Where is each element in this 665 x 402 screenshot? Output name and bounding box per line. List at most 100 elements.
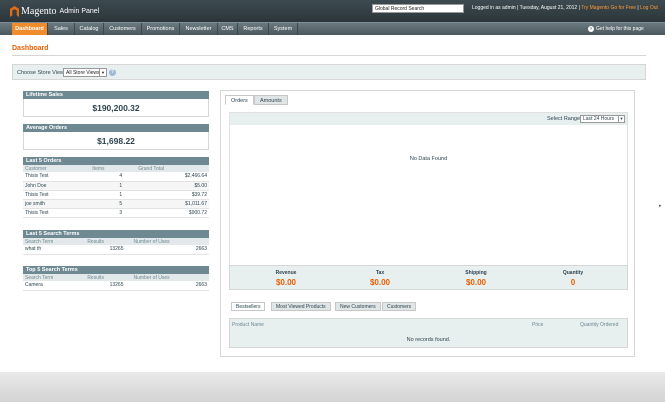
order-total: $900.72	[136, 208, 209, 218]
table-row[interactable]: Thisis Test 1 $39.72	[23, 190, 209, 200]
dashboard-main-panel: Orders Amounts Select Range: Last 24 Hou…	[220, 90, 635, 357]
logo-subtitle: Admin Panel	[59, 8, 100, 15]
nav-reports[interactable]: Reports	[238, 23, 269, 35]
order-total: $39.72	[136, 190, 209, 200]
store-view-select[interactable]: All Store Views ▼	[63, 68, 107, 77]
logout-link[interactable]: Log Out	[640, 5, 658, 11]
title-divider	[12, 55, 646, 56]
last-orders-table: Customer Items Grand Total Thisis Test 4…	[23, 165, 209, 218]
total-value: $0.00	[369, 278, 391, 287]
lifetime-sales-value: $190,200.32	[23, 99, 209, 117]
table-row[interactable]: what th 13265 2663	[23, 245, 209, 255]
main-nav: Dashboard Sales Catalog Customers Promot…	[0, 22, 665, 35]
tab-customers[interactable]: Customers	[382, 302, 417, 311]
try-magento-link[interactable]: Try Magento Go for Free	[581, 5, 636, 11]
last-search-terms-title: Last 5 Search Terms	[23, 230, 209, 238]
order-items: 4	[90, 172, 137, 182]
store-switcher-bar: Choose Store View: All Store Views ▼ ?	[12, 64, 646, 80]
global-search-input[interactable]: Global Record Search	[372, 4, 464, 13]
help-link[interactable]: ? Get help for this page	[588, 26, 644, 32]
total-label: Revenue	[275, 270, 297, 276]
table-row[interactable]: Thisis Test 4 $2,466.64	[23, 172, 209, 182]
total-label: Quantity	[562, 270, 584, 276]
nav-cms[interactable]: CMS	[218, 23, 238, 35]
nav-newsletter[interactable]: Newsletter	[180, 23, 218, 35]
column-header-search-term[interactable]: Search Term	[23, 274, 86, 281]
order-items: 3	[90, 208, 137, 218]
info-icon[interactable]: ?	[109, 69, 116, 76]
order-customer: John Doe	[23, 181, 91, 191]
order-customer: Thisis Test	[23, 208, 91, 218]
magento-logo-icon	[10, 6, 19, 17]
top-search-terms-table: Search Term Results Number of Uses Camer…	[23, 274, 209, 291]
logged-in-text: Logged in as admin	[472, 5, 516, 11]
tab-orders[interactable]: Orders	[225, 95, 254, 105]
header-links: Logged in as admin | Tuesday, August 21,…	[472, 5, 658, 11]
table-row[interactable]: John Doe 1 $5.00	[23, 181, 209, 191]
table-row[interactable]: Thisis Test 3 $900.72	[23, 208, 209, 218]
total-value: $0.00	[465, 278, 487, 287]
nav-promotions[interactable]: Promotions	[142, 23, 180, 35]
store-switcher-label: Choose Store View:	[17, 70, 66, 76]
last-search-terms-box: Last 5 Search Terms Search Term Results …	[23, 230, 209, 255]
tab-amounts[interactable]: Amounts	[254, 95, 288, 105]
help-text: Get help for this page	[596, 26, 644, 32]
table-row[interactable]: Camera 13265 2663	[23, 281, 209, 291]
tab-bestsellers[interactable]: Bestsellers	[231, 302, 266, 311]
chart-area: Select Range: Last 24 Hours ▼ No Data Fo…	[229, 112, 628, 272]
store-view-value: All Store Views	[66, 70, 100, 76]
column-header-items[interactable]: Items	[90, 165, 137, 172]
column-header-customer[interactable]: Customer	[23, 165, 91, 172]
nav-catalog[interactable]: Catalog	[75, 23, 104, 35]
total-value: $0.00	[275, 278, 297, 287]
totals-bar: Revenue $0.00 Tax $0.00 Shipping $0.00 Q…	[229, 265, 628, 290]
help-icon: ?	[588, 26, 594, 32]
no-records-message: No records found.	[406, 337, 451, 343]
range-select[interactable]: Last 24 Hours ▼	[580, 115, 625, 123]
order-total: $1,011.67	[136, 199, 209, 209]
order-customer: joe smith	[23, 199, 91, 209]
magento-logo[interactable]: Magento Admin Panel	[10, 5, 99, 18]
order-items: 5	[90, 199, 137, 209]
tab-new-customers[interactable]: New Customers	[335, 302, 381, 311]
top-search-terms-box: Top 5 Search Terms Search Term Results N…	[23, 266, 209, 291]
average-orders-title: Average Orders	[23, 124, 209, 132]
nav-customers[interactable]: Customers	[104, 23, 142, 35]
nav-system[interactable]: System	[269, 23, 298, 35]
header-date: Tuesday, August 21, 2012	[519, 5, 578, 11]
admin-header: Magento Admin Panel Global Record Search…	[0, 0, 665, 22]
column-header-product-name[interactable]: Product Name	[232, 322, 264, 328]
column-header-price[interactable]: Price	[532, 322, 543, 328]
column-header-quantity-ordered[interactable]: Quantity Ordered	[580, 322, 618, 328]
table-row[interactable]: joe smith 5 $1,011.67	[23, 199, 209, 209]
column-header-number-of-uses[interactable]: Number of Uses	[131, 274, 209, 281]
bestsellers-grid: Product Name Price Quantity Ordered No r…	[229, 318, 628, 348]
chart-toolbar: Select Range: Last 24 Hours ▼	[230, 113, 627, 125]
nav-sales[interactable]: Sales	[48, 23, 75, 35]
column-header-search-term[interactable]: Search Term	[23, 238, 86, 245]
column-header-grand-total[interactable]: Grand Total	[136, 165, 209, 172]
logo-text: Magento	[21, 6, 57, 17]
nav-dashboard[interactable]: Dashboard	[12, 23, 48, 35]
lifetime-sales-title: Lifetime Sales	[23, 91, 209, 99]
column-header-results[interactable]: Results	[85, 238, 132, 245]
footer	[0, 372, 665, 402]
column-header-number-of-uses[interactable]: Number of Uses	[131, 238, 209, 245]
last-orders-title: Last 5 Orders	[23, 157, 209, 165]
top-search-terms-title: Top 5 Search Terms	[23, 266, 209, 274]
search-results: 13265	[85, 245, 132, 255]
tab-most-viewed-products[interactable]: Most Viewed Products	[271, 302, 331, 311]
scroll-arrow-icon[interactable]: ▸	[659, 203, 664, 211]
order-items: 1	[90, 181, 137, 191]
search-term: Camera	[23, 281, 86, 291]
column-header-results[interactable]: Results	[85, 274, 132, 281]
page-title: Dashboard	[12, 45, 49, 52]
total-shipping: Shipping $0.00	[426, 270, 526, 287]
chevron-down-icon: ▼	[99, 69, 106, 76]
chevron-down-icon: ▼	[618, 116, 624, 122]
range-value: Last 24 Hours	[583, 116, 615, 122]
total-value: 0	[570, 278, 576, 287]
total-revenue: Revenue $0.00	[236, 270, 336, 287]
total-tax: Tax $0.00	[330, 270, 430, 287]
order-items: 1	[90, 190, 137, 200]
